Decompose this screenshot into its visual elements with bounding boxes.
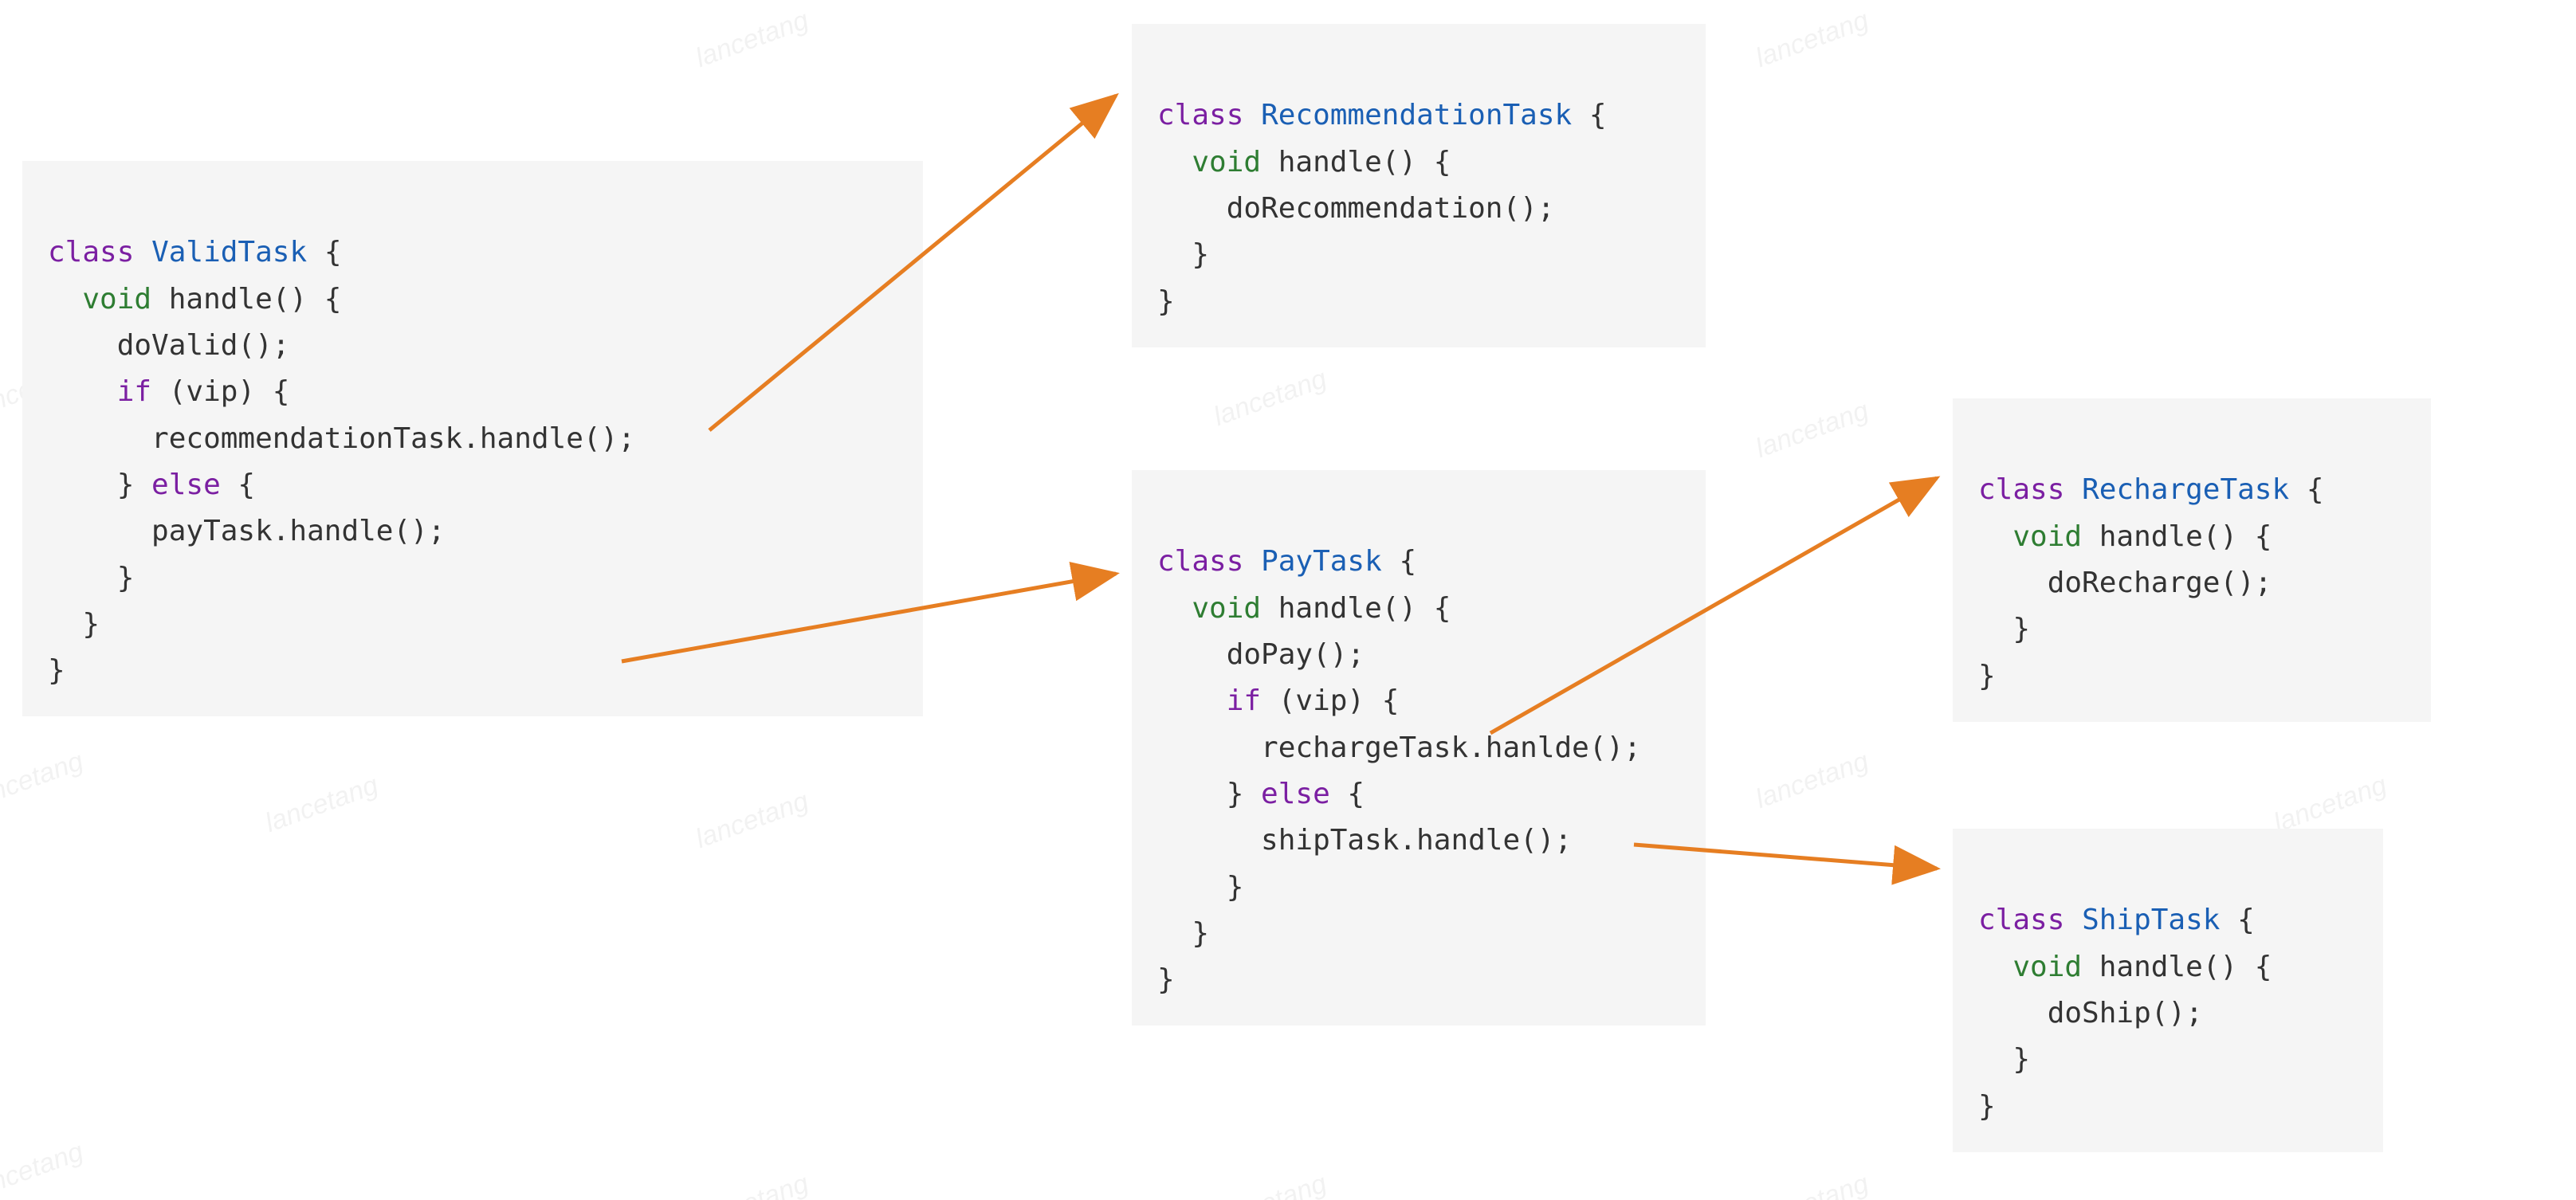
method-signature: handle() {: [1261, 146, 1451, 178]
brace-close: }: [1978, 660, 1996, 692]
brace: {: [1382, 545, 1416, 578]
keyword-void: void: [1192, 146, 1261, 178]
code-line: doRecommendation();: [1157, 192, 1555, 225]
watermark: lancetang: [1210, 363, 1331, 433]
brace-close: }: [48, 608, 100, 641]
class-name: RecommendationTask: [1261, 99, 1572, 131]
keyword-class: class: [48, 236, 134, 269]
brace-close: }: [1157, 963, 1175, 996]
brace: {: [307, 236, 341, 269]
brace-close: }: [48, 562, 134, 594]
keyword-class: class: [1157, 99, 1243, 131]
brace-close: }: [1978, 1043, 2030, 1076]
condition: (vip) {: [151, 375, 289, 408]
keyword-class: class: [1157, 545, 1243, 578]
code-line: doValid();: [48, 329, 289, 362]
watermark: lancetang: [1752, 746, 1873, 815]
class-name: ValidTask: [151, 236, 307, 269]
keyword-void: void: [2012, 520, 2082, 553]
method-signature: handle() {: [1261, 592, 1451, 625]
brace: {: [2289, 473, 2323, 506]
watermark: lancetang: [0, 1136, 88, 1200]
watermark: lancetang: [1752, 5, 1873, 74]
code-line: doRecharge();: [1978, 567, 2272, 599]
class-name: PayTask: [1261, 545, 1382, 578]
brace: {: [1572, 99, 1606, 131]
code-block-valid-task: class ValidTask { void handle() { doVali…: [22, 161, 923, 716]
code-block-pay-task: class PayTask { void handle() { doPay();…: [1132, 470, 1706, 1025]
code-line: doPay();: [1157, 638, 1365, 671]
keyword-class: class: [1978, 473, 2064, 506]
keyword-else: else: [151, 469, 221, 501]
brace: {: [1330, 778, 1365, 810]
keyword-class: class: [1978, 904, 2064, 936]
brace-close: }: [1157, 871, 1243, 904]
brace-close: }: [1978, 613, 2030, 645]
class-name: RechargeTask: [2082, 473, 2289, 506]
method-signature: handle() {: [2082, 951, 2272, 983]
brace-close: }: [1157, 778, 1261, 810]
code-block-recommendation-task: class RecommendationTask { void handle()…: [1132, 24, 1706, 347]
watermark: lancetang: [692, 1168, 813, 1200]
brace: {: [221, 469, 255, 501]
code-line: recommendationTask.handle();: [48, 422, 635, 455]
brace-close: }: [1157, 285, 1175, 318]
brace-close: }: [1157, 917, 1209, 950]
condition: (vip) {: [1261, 684, 1399, 717]
keyword-void: void: [2012, 951, 2082, 983]
watermark: lancetang: [1210, 1168, 1331, 1200]
brace-close: }: [48, 654, 65, 687]
watermark: lancetang: [692, 5, 813, 74]
code-line: doShip();: [1978, 997, 2203, 1029]
brace: {: [2220, 904, 2254, 936]
watermark: lancetang: [0, 746, 88, 815]
watermark: lancetang: [261, 770, 383, 839]
code-block-recharge-task: class RechargeTask { void handle() { doR…: [1953, 398, 2431, 722]
keyword-if: if: [117, 375, 151, 408]
brace-close: }: [1157, 238, 1209, 271]
method-signature: handle() {: [2082, 520, 2272, 553]
brace-close: }: [48, 469, 151, 501]
code-line: shipTask.handle();: [1157, 824, 1572, 857]
watermark: lancetang: [1752, 1168, 1873, 1200]
brace-close: }: [1978, 1090, 1996, 1123]
watermark: lancetang: [692, 786, 813, 855]
code-line: payTask.handle();: [48, 515, 446, 547]
code-block-ship-task: class ShipTask { void handle() { doShip(…: [1953, 829, 2383, 1152]
keyword-else: else: [1261, 778, 1330, 810]
keyword-void: void: [82, 283, 151, 316]
watermark: lancetang: [1752, 395, 1873, 465]
code-line: rechargeTask.hanlde();: [1157, 731, 1641, 764]
method-signature: handle() {: [151, 283, 341, 316]
keyword-void: void: [1192, 592, 1261, 625]
keyword-if: if: [1227, 684, 1261, 717]
class-name: ShipTask: [2082, 904, 2220, 936]
